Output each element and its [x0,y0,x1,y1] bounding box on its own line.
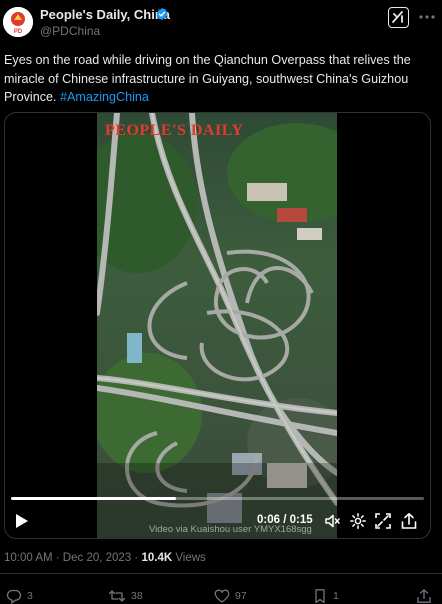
volume-icon[interactable] [323,512,341,530]
share-icon[interactable] [400,512,418,530]
play-icon[interactable] [15,513,29,529]
grok-icon [392,11,403,23]
video-watermark: PEOPLE'S DAILY [105,122,244,139]
share-tweet-button[interactable] [416,588,437,604]
like-button[interactable]: 97 [214,588,247,604]
author-name[interactable]: People's Daily, China [40,7,170,22]
meta-dot: · [131,552,142,564]
tweet-text: Eyes on the road while driving on the Qi… [4,51,438,107]
time-separator: / [280,514,290,526]
reply-count: 3 [27,590,33,602]
repost-icon [108,590,126,602]
verified-badge-icon[interactable] [155,7,169,21]
bookmark-icon [315,589,325,604]
people-daily-logo-icon: PD [3,7,33,37]
repost-count: 38 [131,590,143,602]
video-progress-fill [11,497,177,500]
grok-button[interactable] [388,7,409,28]
bookmark-count: 1 [333,590,339,602]
tweet-header: PD People's Daily, China @PDChina [0,0,442,44]
reply-button[interactable]: 3 [6,588,33,604]
bookmark-button[interactable]: 1 [312,588,339,604]
repost-button[interactable]: 38 [108,588,143,604]
video-time: 0:06 / 0:15 [257,514,313,526]
views-count: 10.4K [141,552,173,564]
author-handle[interactable]: @PDChina [40,24,100,38]
fullscreen-icon[interactable] [374,512,392,530]
views-label: Views [172,552,206,564]
duration: 0:15 [289,514,313,526]
svg-text:PD: PD [14,29,23,35]
tweet-timestamp[interactable]: 10:00 AM · Dec 20, 2023 [4,552,131,564]
avatar[interactable]: PD [3,7,33,37]
upload-share-icon [417,589,431,603]
divider [0,573,442,574]
heart-icon [214,589,230,603]
more-options-icon[interactable] [417,10,437,24]
hashtag-link[interactable]: #AmazingChina [60,90,149,104]
video-player[interactable]: PEOPLE'S DAILY Video via Kuaishou user Y… [4,112,431,539]
overpass-aerial-image [97,113,337,538]
video-progress-bar[interactable] [11,497,424,500]
video-frame[interactable]: PEOPLE'S DAILY Video via Kuaishou user Y… [97,113,337,538]
current-time: 0:06 [257,514,281,526]
like-count: 97 [235,590,247,602]
settings-gear-icon[interactable] [349,512,367,530]
tweet-meta: 10:00 AM · Dec 20, 2023 · 10.4K Views [4,552,206,564]
reply-icon [6,589,22,604]
